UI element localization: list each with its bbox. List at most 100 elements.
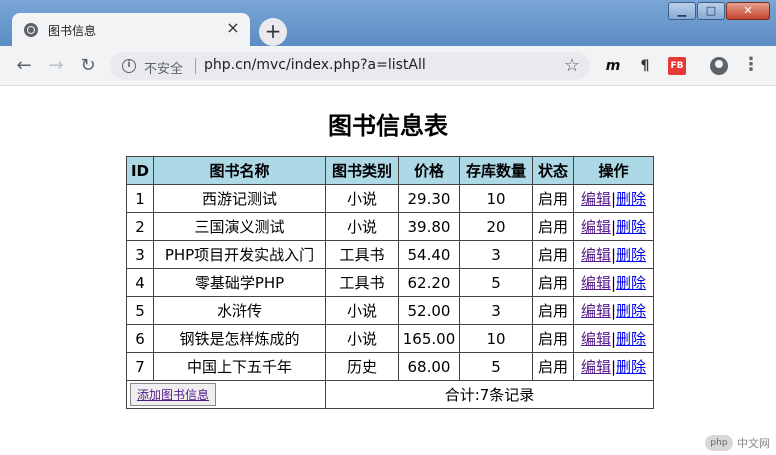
browser-toolbar: ← → ↻ i 不安全 php.cn/mvc/index.php?a=listA… — [0, 46, 776, 86]
bookmark-star-icon[interactable]: ☆ — [564, 55, 580, 76]
cell-name: 西游记测试 — [153, 184, 326, 213]
cell-category: 历史 — [325, 352, 399, 381]
header-price: 价格 — [398, 156, 460, 185]
cell-quantity: 5 — [459, 352, 533, 381]
globe-icon — [24, 23, 38, 37]
forward-arrow-icon[interactable]: → — [44, 54, 68, 78]
tab-title: 图书信息 — [48, 24, 97, 38]
cell-actions: 编辑|删除 — [573, 352, 654, 381]
cell-status: 启用 — [532, 212, 574, 241]
header-name: 图书名称 — [153, 156, 326, 185]
cell-name: 中国上下五千年 — [153, 352, 326, 381]
cell-category: 小说 — [325, 184, 399, 213]
footer-add-cell: 添加图书信息 — [126, 380, 326, 409]
cell-quantity: 3 — [459, 240, 533, 269]
edit-link[interactable]: 编辑 — [581, 330, 611, 348]
watermark-text: 中文网 — [737, 437, 770, 450]
cell-price: 39.80 — [398, 212, 460, 241]
menu-kebab-icon[interactable]: ⋮ — [742, 56, 760, 74]
table-row: 5 水浒传 小说 52.00 3 启用 编辑|删除 — [126, 296, 654, 325]
page-title: 图书信息表 — [328, 112, 448, 140]
table-row: 1 西游记测试 小说 29.30 10 启用 编辑|删除 — [126, 184, 654, 213]
delete-link[interactable]: 删除 — [616, 330, 646, 348]
header-quantity: 存库数量 — [459, 156, 533, 185]
browser-tab[interactable]: 图书信息 × — [12, 13, 250, 46]
cell-price: 52.00 — [398, 296, 460, 325]
extension-pilcrow-icon[interactable]: ¶ — [636, 56, 654, 76]
new-tab-button[interactable]: + — [259, 18, 287, 46]
back-arrow-icon[interactable]: ← — [12, 54, 36, 78]
window-close-icon[interactable]: ✕ — [726, 2, 770, 20]
header-status: 状态 — [532, 156, 574, 185]
info-icon[interactable]: i — [122, 59, 136, 73]
extension-m-icon[interactable]: m — [604, 56, 622, 76]
extension-fb-icon[interactable]: FB — [668, 57, 686, 75]
php-logo: php — [705, 435, 733, 451]
reload-icon[interactable]: ↻ — [76, 54, 100, 78]
cell-category: 小说 — [325, 324, 399, 353]
cell-actions: 编辑|删除 — [573, 324, 654, 353]
tab-close-icon[interactable]: × — [224, 19, 242, 37]
cell-id: 4 — [126, 268, 154, 297]
header-category: 图书类别 — [325, 156, 399, 185]
minimize-icon[interactable]: ▁ — [668, 2, 696, 20]
cell-status: 启用 — [532, 296, 574, 325]
cell-id: 5 — [126, 296, 154, 325]
site-watermark: php 中文网 — [705, 435, 770, 451]
edit-link[interactable]: 编辑 — [581, 190, 611, 208]
cell-actions: 编辑|删除 — [573, 240, 654, 269]
delete-link[interactable]: 删除 — [616, 190, 646, 208]
cell-name: PHP项目开发实战入门 — [153, 240, 326, 269]
table-row: 2 三国演义测试 小说 39.80 20 启用 编辑|删除 — [126, 212, 654, 241]
cell-price: 68.00 — [398, 352, 460, 381]
cell-id: 1 — [126, 184, 154, 213]
edit-link[interactable]: 编辑 — [581, 302, 611, 320]
edit-link[interactable]: 编辑 — [581, 358, 611, 376]
cell-category: 工具书 — [325, 268, 399, 297]
cell-price: 62.20 — [398, 268, 460, 297]
cell-id: 7 — [126, 352, 154, 381]
delete-link[interactable]: 删除 — [616, 358, 646, 376]
delete-link[interactable]: 删除 — [616, 302, 646, 320]
cell-category: 小说 — [325, 296, 399, 325]
security-label[interactable]: 不安全 — [144, 58, 183, 77]
window-controls: ▁ □ ✕ — [667, 2, 770, 20]
cell-quantity: 10 — [459, 184, 533, 213]
add-book-button[interactable]: 添加图书信息 — [130, 383, 217, 406]
url-text[interactable]: php.cn/mvc/index.php?a=listAll — [204, 57, 426, 73]
cell-status: 启用 — [532, 324, 574, 353]
cell-id: 3 — [126, 240, 154, 269]
edit-link[interactable]: 编辑 — [581, 246, 611, 264]
edit-link[interactable]: 编辑 — [581, 274, 611, 292]
cell-actions: 编辑|删除 — [573, 268, 654, 297]
address-bar[interactable]: i 不安全 php.cn/mvc/index.php?a=listAll ☆ — [110, 52, 590, 80]
table-row: 6 钢铁是怎样炼成的 小说 165.00 10 启用 编辑|删除 — [126, 324, 654, 353]
header-actions: 操作 — [573, 156, 654, 185]
window-titlebar: 图书信息 × + ▁ □ ✕ — [0, 0, 776, 46]
books-table: ID 图书名称 图书类别 价格 存库数量 状态 操作 1 西游记测试 小说 29.30… — [126, 156, 654, 409]
cell-price: 54.40 — [398, 240, 460, 269]
omnibox-divider — [195, 58, 196, 74]
cell-status: 启用 — [532, 268, 574, 297]
table-row: 7 中国上下五千年 历史 68.00 5 启用 编辑|删除 — [126, 352, 654, 381]
cell-quantity: 10 — [459, 324, 533, 353]
cell-status: 启用 — [532, 240, 574, 269]
cell-id: 2 — [126, 212, 154, 241]
edit-link[interactable]: 编辑 — [581, 218, 611, 236]
table-row: 3 PHP项目开发实战入门 工具书 54.40 3 启用 编辑|删除 — [126, 240, 654, 269]
table-footer-row: 添加图书信息 合计:7条记录 — [126, 380, 654, 409]
cell-actions: 编辑|删除 — [573, 184, 654, 213]
delete-link[interactable]: 删除 — [616, 274, 646, 292]
cell-actions: 编辑|删除 — [573, 212, 654, 241]
maximize-icon[interactable]: □ — [697, 2, 725, 20]
profile-avatar-icon[interactable] — [710, 57, 728, 75]
table-row: 4 零基础学PHP 工具书 62.20 5 启用 编辑|删除 — [126, 268, 654, 297]
total-records: 合计:7条记录 — [325, 380, 654, 409]
cell-category: 工具书 — [325, 240, 399, 269]
cell-status: 启用 — [532, 352, 574, 381]
cell-name: 钢铁是怎样炼成的 — [153, 324, 326, 353]
delete-link[interactable]: 删除 — [616, 246, 646, 264]
delete-link[interactable]: 删除 — [616, 218, 646, 236]
cell-id: 6 — [126, 324, 154, 353]
cell-quantity: 5 — [459, 268, 533, 297]
